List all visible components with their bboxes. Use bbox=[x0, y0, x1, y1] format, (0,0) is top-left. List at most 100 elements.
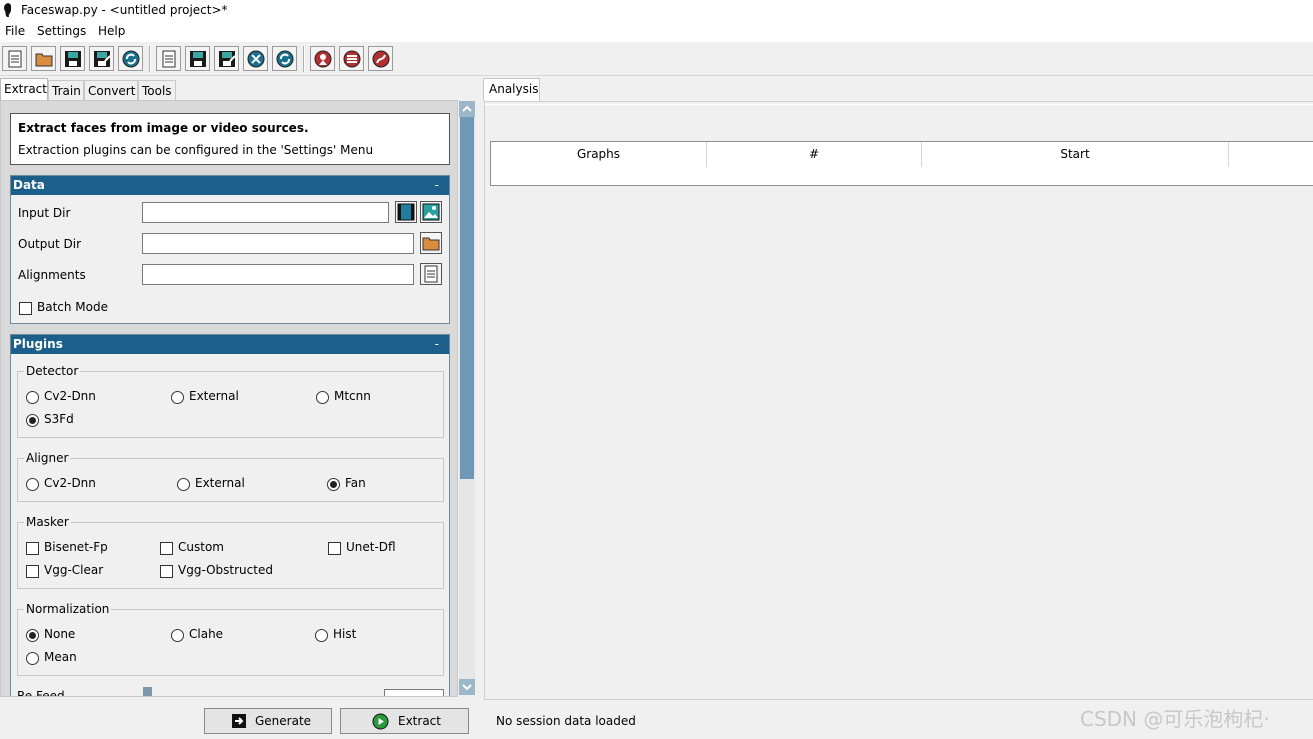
reload-project-button[interactable] bbox=[118, 46, 143, 71]
info-heading: Extract faces from image or video source… bbox=[18, 121, 309, 135]
window-title: Faceswap.py - <untitled project>* bbox=[21, 3, 228, 17]
options-scrollbar[interactable] bbox=[459, 101, 475, 695]
data-section: Data - Input Dir Output Dir Alignments B… bbox=[10, 175, 450, 324]
donate-button[interactable] bbox=[310, 46, 335, 71]
scroll-thumb[interactable] bbox=[460, 117, 474, 479]
save-task-as-icon bbox=[219, 51, 236, 67]
tab-analysis[interactable]: Analysis bbox=[483, 78, 540, 101]
column-number[interactable]: # bbox=[707, 142, 922, 167]
github-icon bbox=[372, 50, 390, 68]
reload-task-icon bbox=[276, 50, 294, 68]
collapse-icon[interactable]: - bbox=[435, 178, 439, 192]
tab-convert[interactable]: Convert bbox=[84, 80, 138, 101]
normalization-mean-radio[interactable] bbox=[26, 652, 39, 665]
plugins-section: Plugins - Detector Cv2-Dnn External Mtcn… bbox=[10, 334, 450, 697]
normalization-none-label: None bbox=[44, 627, 76, 641]
masker-unet-dfl-checkbox[interactable] bbox=[328, 542, 341, 555]
column-start[interactable]: Start bbox=[922, 142, 1229, 167]
menu-bar: File Settings Help bbox=[0, 22, 1313, 42]
menu-settings[interactable]: Settings bbox=[37, 24, 86, 38]
save-project-as-button[interactable] bbox=[89, 46, 114, 71]
masker-bisenet-fp-label: Bisenet-Fp bbox=[44, 540, 108, 554]
normalization-hist-radio[interactable] bbox=[315, 629, 328, 642]
detector-cv2-dnn-radio[interactable] bbox=[26, 391, 39, 404]
input-image-button[interactable] bbox=[420, 201, 442, 223]
new-project-button[interactable] bbox=[2, 46, 27, 71]
generate-icon bbox=[232, 714, 246, 728]
alignments-file-button[interactable] bbox=[420, 263, 442, 285]
watermark: CSDN @可乐泡枸杞· bbox=[1080, 707, 1270, 731]
tab-train[interactable]: Train bbox=[48, 80, 84, 101]
save-project-button[interactable] bbox=[60, 46, 85, 71]
alignments-field[interactable] bbox=[142, 264, 414, 285]
masker-vgg-obstructed-checkbox[interactable] bbox=[160, 565, 173, 578]
tab-tools[interactable]: Tools bbox=[138, 80, 176, 101]
analysis-panel bbox=[484, 101, 1313, 699]
info-box: Extract faces from image or video source… bbox=[10, 113, 450, 165]
masker-vgg-clear-checkbox[interactable] bbox=[26, 565, 39, 578]
masker-custom-label: Custom bbox=[178, 540, 224, 554]
masker-custom-checkbox[interactable] bbox=[160, 542, 173, 555]
masker-group: Masker Bisenet-Fp Custom Unet-Dfl Vgg-Cl… bbox=[17, 515, 444, 589]
data-section-header[interactable]: Data - bbox=[11, 176, 449, 195]
aligner-fan-radio[interactable] bbox=[327, 478, 340, 491]
aligner-title: Aligner bbox=[24, 451, 71, 465]
batch-mode-checkbox[interactable] bbox=[19, 302, 32, 315]
column-graphs[interactable]: Graphs bbox=[491, 142, 707, 167]
save-project-as-icon bbox=[94, 51, 111, 67]
generate-button[interactable]: Generate bbox=[204, 708, 332, 734]
collapse-icon[interactable]: - bbox=[435, 337, 439, 351]
save-task-icon bbox=[190, 51, 206, 67]
save-task-button[interactable] bbox=[185, 46, 210, 71]
save-task-as-button[interactable] bbox=[214, 46, 239, 71]
normalization-hist-label: Hist bbox=[333, 627, 357, 641]
github-button[interactable] bbox=[368, 46, 393, 71]
new-project-icon bbox=[8, 50, 22, 68]
plugins-section-header[interactable]: Plugins - bbox=[11, 335, 449, 354]
aligner-cv2-dnn-radio[interactable] bbox=[26, 478, 39, 491]
re-feed-label: Re Feed bbox=[17, 689, 65, 697]
output-folder-button[interactable] bbox=[420, 232, 442, 254]
input-video-button[interactable] bbox=[395, 201, 417, 223]
detector-external-radio[interactable] bbox=[171, 391, 184, 404]
session-table[interactable]: Graphs # Start bbox=[490, 141, 1313, 186]
scroll-up-arrow[interactable] bbox=[459, 101, 475, 117]
reload-project-icon bbox=[122, 50, 140, 68]
save-project-icon bbox=[65, 51, 81, 67]
detector-mtcnn-radio[interactable] bbox=[316, 391, 329, 404]
patreon-button[interactable] bbox=[339, 46, 364, 71]
scroll-down-arrow[interactable] bbox=[459, 679, 475, 695]
menu-file[interactable]: File bbox=[5, 24, 25, 38]
input-dir-field[interactable] bbox=[142, 202, 389, 223]
detector-title: Detector bbox=[24, 364, 81, 378]
toolbar-separator bbox=[303, 46, 305, 72]
output-dir-label: Output Dir bbox=[18, 237, 82, 251]
reload-task-button[interactable] bbox=[272, 46, 297, 71]
masker-vgg-clear-label: Vgg-Clear bbox=[44, 563, 104, 577]
re-feed-slider-handle[interactable] bbox=[143, 687, 152, 696]
detector-s3fd-radio[interactable] bbox=[26, 414, 39, 427]
extract-options-panel: Extract faces from image or video source… bbox=[0, 100, 458, 697]
re-feed-value-field[interactable] bbox=[384, 689, 444, 696]
aligner-external-radio[interactable] bbox=[177, 478, 190, 491]
aligner-external-label: External bbox=[195, 476, 245, 490]
masker-bisenet-fp-checkbox[interactable] bbox=[26, 542, 39, 555]
input-dir-label: Input Dir bbox=[18, 206, 71, 220]
generate-label: Generate bbox=[255, 714, 312, 728]
output-dir-field[interactable] bbox=[142, 233, 414, 254]
detector-cv2-dnn-label: Cv2-Dnn bbox=[44, 389, 96, 403]
action-bar: Generate Extract bbox=[0, 697, 483, 739]
patreon-icon bbox=[343, 50, 361, 68]
toolbar bbox=[0, 42, 1313, 76]
open-project-button[interactable] bbox=[31, 46, 56, 71]
extract-button[interactable]: Extract bbox=[340, 708, 469, 734]
data-section-title: Data bbox=[13, 178, 45, 192]
new-task-button[interactable] bbox=[156, 46, 181, 71]
normalization-clahe-radio[interactable] bbox=[171, 629, 184, 642]
tab-extract[interactable]: Extract bbox=[0, 78, 48, 101]
app-logo-icon bbox=[4, 3, 12, 17]
clear-task-button[interactable] bbox=[243, 46, 268, 71]
normalization-none-radio[interactable] bbox=[26, 629, 39, 642]
menu-help[interactable]: Help bbox=[98, 24, 125, 38]
chevron-down-icon bbox=[462, 684, 472, 691]
